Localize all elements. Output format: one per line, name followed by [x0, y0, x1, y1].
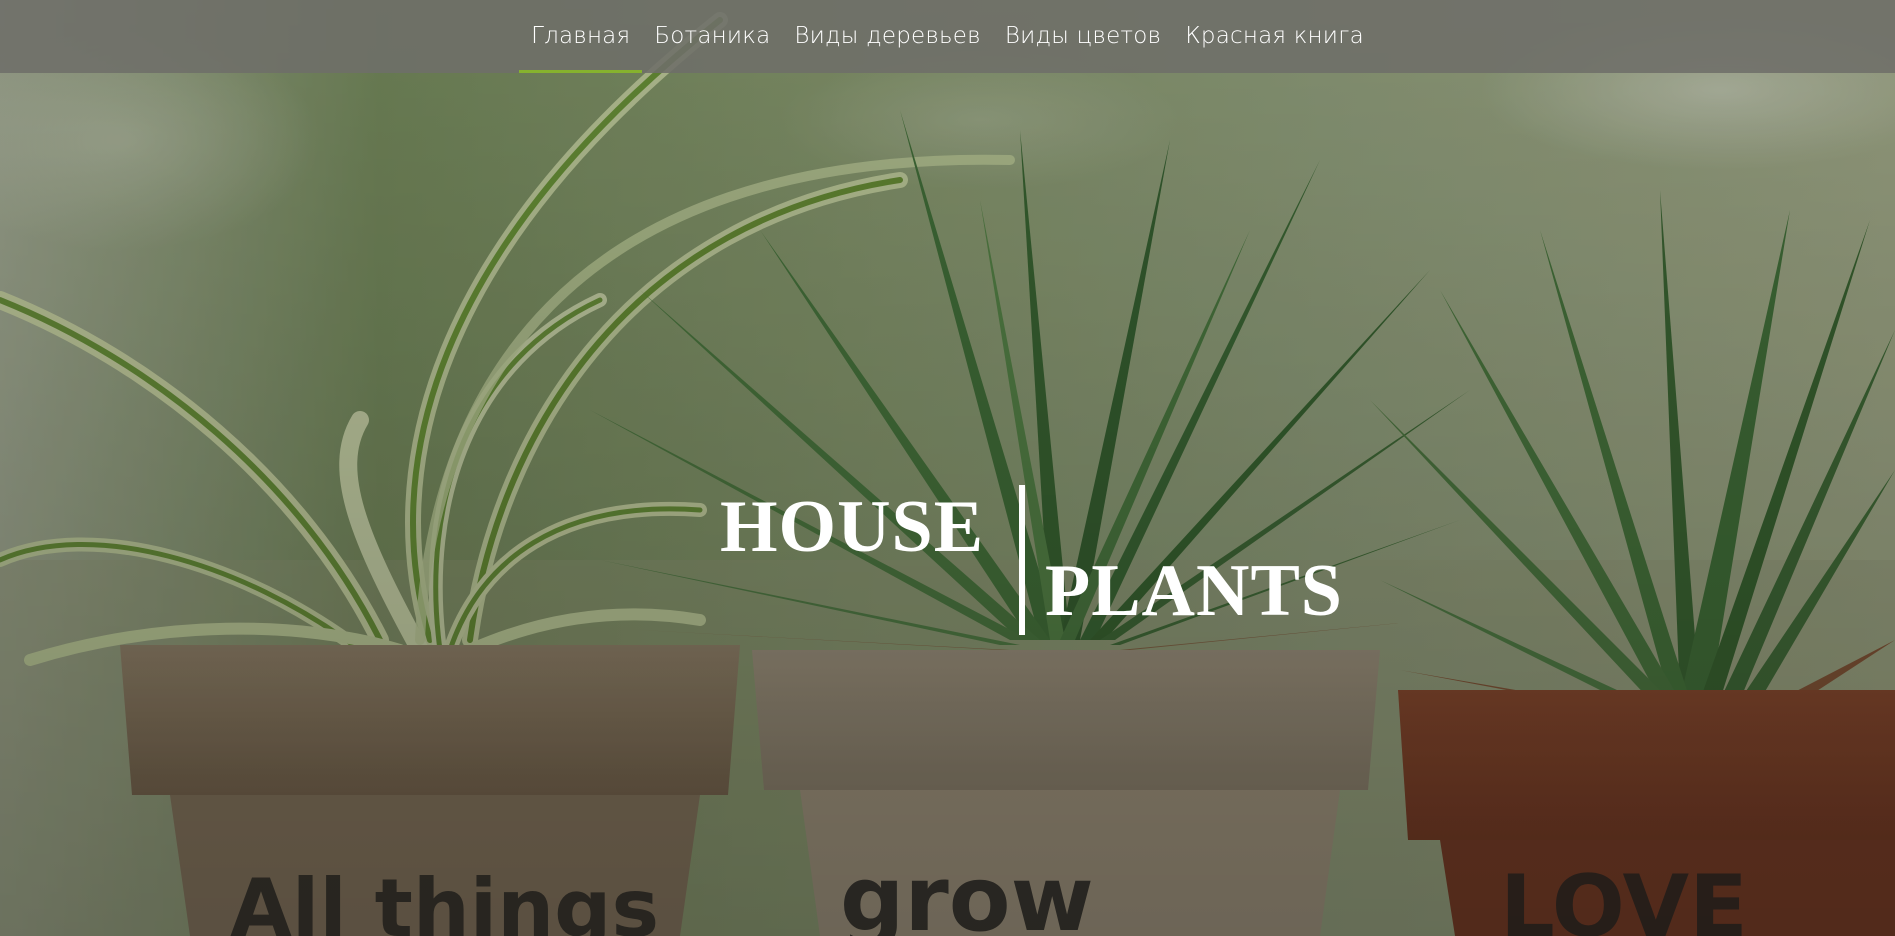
main-navbar: Главная Ботаника Виды деревьев Виды цвет…	[0, 0, 1895, 73]
hero-section: All things grow LOVE Главная Ботаника Ви…	[0, 0, 1895, 936]
nav-item-home[interactable]: Главная	[519, 0, 643, 73]
hero-background-image: All things grow LOVE	[0, 0, 1895, 936]
nav-label-home: Главная	[531, 22, 631, 49]
nav-item-flower-species[interactable]: Виды цветов	[993, 0, 1173, 73]
nav-list: Главная Ботаника Виды деревьев Виды цвет…	[519, 0, 1376, 73]
nav-label-red-book: Красная книга	[1185, 22, 1364, 49]
hero-title: HOUSE PLANTS	[720, 485, 1360, 635]
hero-title-house: HOUSE	[720, 486, 985, 568]
hero-title-divider	[1019, 485, 1025, 635]
hero-title-plants: PLANTS	[1045, 550, 1343, 632]
nav-label-tree-species: Виды деревьев	[794, 22, 981, 49]
nav-label-botany: Ботаника	[654, 22, 771, 49]
nav-label-flower-species: Виды цветов	[1004, 22, 1162, 49]
nav-item-red-book[interactable]: Красная книга	[1173, 0, 1376, 73]
nav-item-botany[interactable]: Ботаника	[642, 0, 782, 73]
nav-item-tree-species[interactable]: Виды деревьев	[782, 0, 992, 73]
